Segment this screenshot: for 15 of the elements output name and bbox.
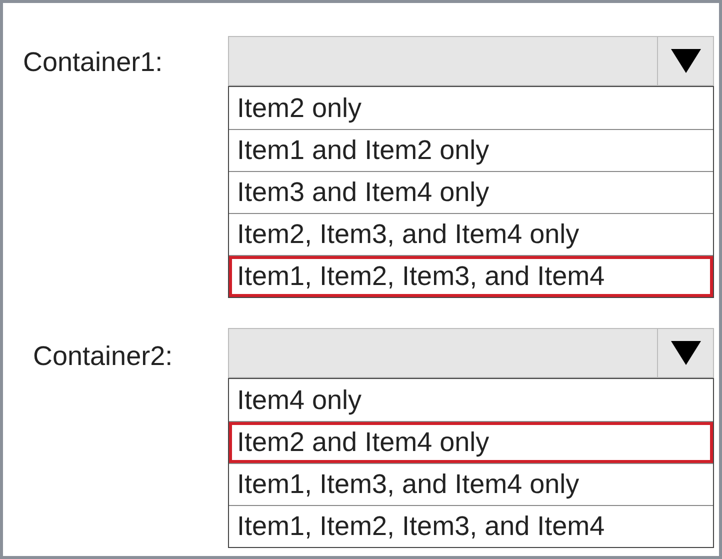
caret-icon xyxy=(670,49,700,73)
dropdown-option[interactable]: Item4 only xyxy=(229,379,713,421)
dropdown-label: Container1: xyxy=(23,47,163,77)
dropdown-field[interactable] xyxy=(228,328,714,378)
caret-icon xyxy=(670,341,700,365)
dropdown-label: Container2: xyxy=(33,341,173,371)
dropdown-option[interactable]: Item3 and Item4 only xyxy=(229,171,713,213)
dropdown-option[interactable]: Item2 and Item4 only xyxy=(229,421,713,463)
dropdown-field[interactable] xyxy=(228,36,714,86)
dropdown-option[interactable]: Item1 and Item2 only xyxy=(229,129,713,171)
dropdown-option[interactable]: Item2 only xyxy=(229,87,713,129)
dropdown-option[interactable]: Item1, Item2, Item3, and Item4 xyxy=(229,255,713,297)
dropdown-option[interactable]: Item2, Item3, and Item4 only xyxy=(229,213,713,255)
dropdown-option[interactable]: Item1, Item3, and Item4 only xyxy=(229,463,713,505)
dropdown-option[interactable]: Item1, Item2, Item3, and Item4 xyxy=(229,505,713,547)
